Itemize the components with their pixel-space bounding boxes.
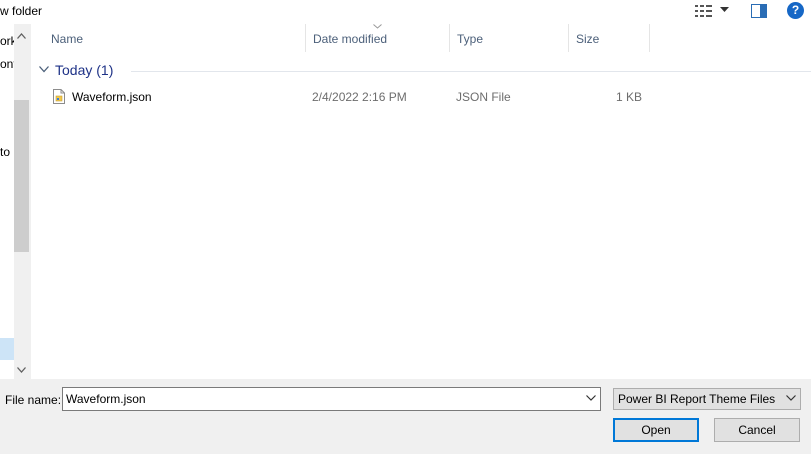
nav-item-desktop[interactable]: to [0, 145, 14, 159]
file-name-input[interactable] [66, 390, 576, 408]
file-name-label: File name: [5, 393, 62, 407]
scroll-up-icon[interactable] [17, 33, 26, 39]
navigation-pane: ork ont to [0, 24, 14, 379]
file-name: Waveform.json [72, 90, 152, 104]
scroll-down-icon[interactable] [17, 367, 26, 373]
group-divider [131, 71, 811, 72]
column-header-size[interactable]: Size [569, 24, 650, 52]
list-item[interactable]: Waveform.json 2/4/2022 2:16 PM JSON File… [49, 86, 811, 108]
json-file-icon [53, 89, 65, 104]
nav-item-content[interactable]: ont [0, 57, 14, 71]
views-dropdown-icon[interactable] [720, 7, 729, 13]
command-bar: w folder ? [0, 0, 811, 24]
details-view-icon[interactable] [695, 5, 713, 17]
column-header-type[interactable]: Type [450, 24, 569, 52]
dialog-footer: File name: Power BI Report Theme Files (… [0, 379, 811, 454]
file-name-combobox[interactable] [62, 387, 601, 411]
group-label: Today (1) [55, 62, 114, 78]
new-folder-button[interactable]: w folder [0, 4, 42, 18]
file-type: JSON File [456, 90, 511, 104]
file-type-select[interactable]: Power BI Report Theme Files (*. [613, 388, 801, 410]
nav-selected-item[interactable] [0, 338, 14, 360]
sort-descending-icon [373, 24, 382, 29]
nav-item-network[interactable]: ork [0, 34, 14, 48]
column-header-name[interactable]: Name [44, 24, 306, 52]
preview-pane-icon[interactable] [751, 4, 767, 18]
file-type-selected: Power BI Report Theme Files (*. [618, 392, 778, 406]
file-date-modified: 2/4/2022 2:16 PM [312, 90, 407, 104]
chevron-down-icon[interactable] [586, 395, 596, 401]
nav-scrollbar[interactable] [14, 24, 31, 379]
nav-scrollbar-thumb[interactable] [14, 100, 29, 252]
file-list: Name Date modified Type Size Today (1) W… [31, 24, 811, 379]
collapse-chevron-icon[interactable] [39, 66, 49, 73]
cancel-button[interactable]: Cancel [714, 418, 800, 442]
open-button[interactable]: Open [613, 418, 699, 442]
chevron-down-icon[interactable] [786, 395, 796, 401]
help-icon[interactable]: ? [787, 2, 804, 19]
file-size: 1 KB [615, 90, 642, 104]
